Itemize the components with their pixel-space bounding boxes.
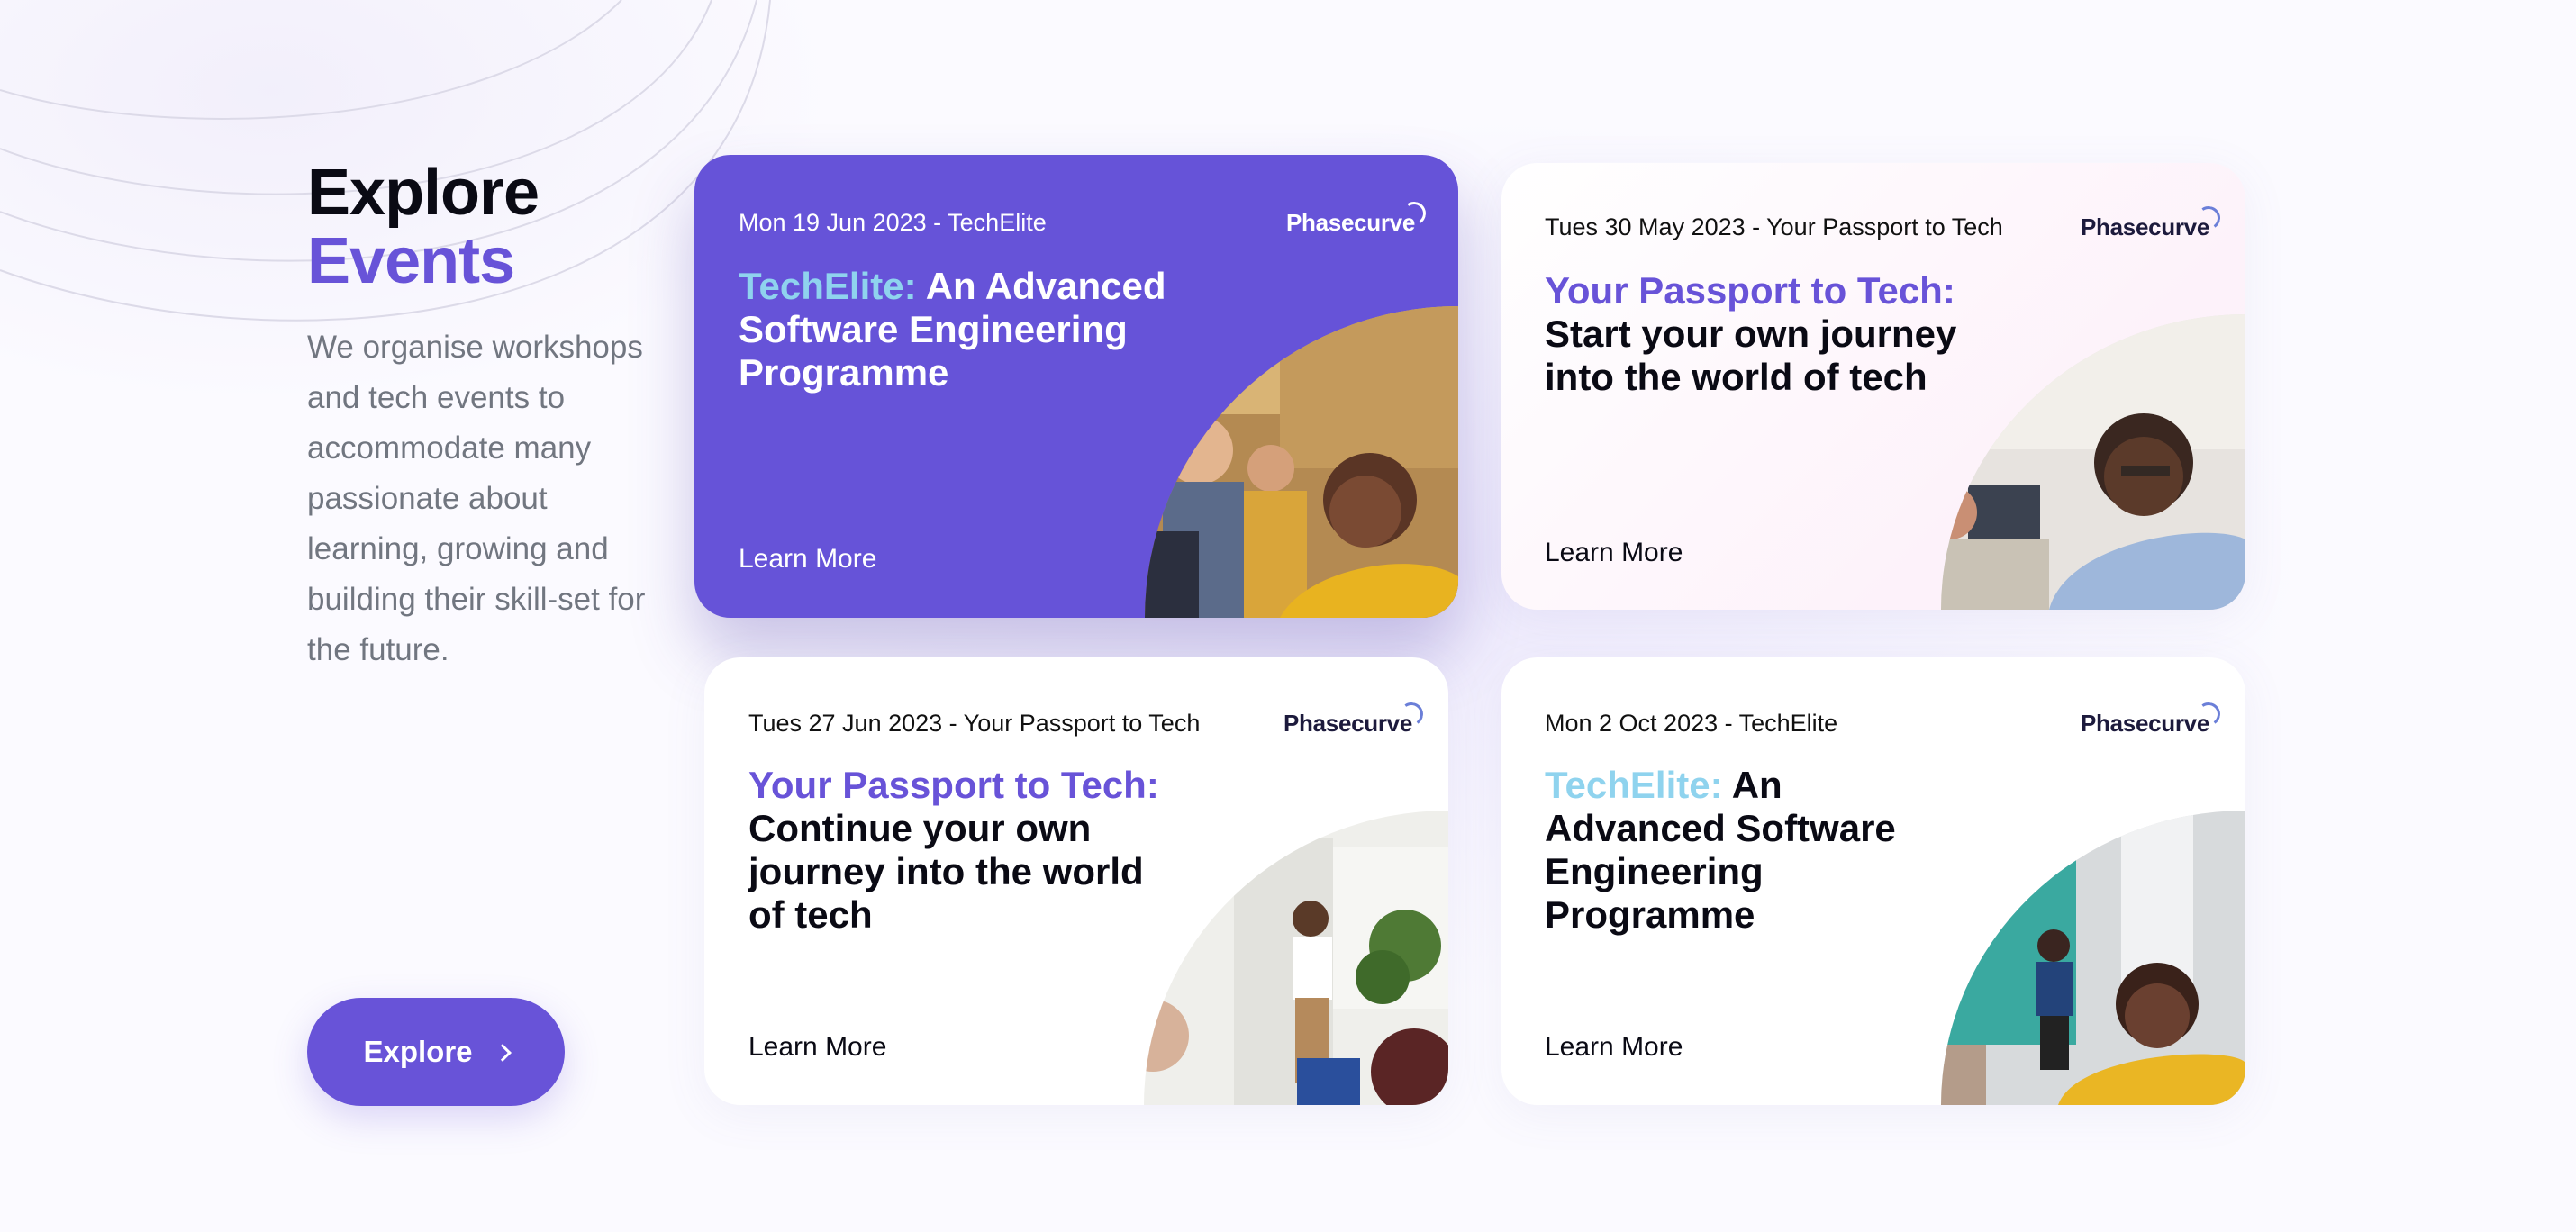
brand-name: Phasecurve	[2081, 710, 2209, 737]
event-card-techelite-oct[interactable]: Mon 2 Oct 2023 - TechElite Phasecurve Te…	[1501, 657, 2245, 1105]
event-title: TechElite: An Advanced Software Engineer…	[1545, 764, 1968, 937]
phasecurve-logo: Phasecurve	[2081, 700, 2223, 738]
phasecurve-logo: Phasecurve	[2081, 204, 2223, 241]
chevron-right-icon	[493, 1044, 512, 1062]
brand-name: Phasecurve	[1283, 710, 1412, 737]
event-title: Your Passport to Tech: Continue your own …	[748, 764, 1172, 937]
event-title: TechElite: An Advanced Software Engineer…	[739, 265, 1207, 394]
title-highlight: TechElite:	[1545, 764, 1723, 806]
title-highlight: Your Passport to Tech:	[748, 764, 1159, 806]
title-rest: Start your own journey into the world of…	[1545, 313, 1957, 398]
explore-button-label: Explore	[363, 1035, 473, 1068]
event-card-passport-jun[interactable]: Tues 27 Jun 2023 - Your Passport to Tech…	[704, 657, 1448, 1105]
title-highlight: TechElite:	[739, 265, 917, 307]
brand-name: Phasecurve	[1286, 209, 1415, 236]
event-date: Mon 2 Oct 2023 - TechElite	[1545, 710, 1838, 737]
event-date: Tues 27 Jun 2023 - Your Passport to Tech	[748, 710, 1201, 737]
title-highlight: Your Passport to Tech:	[1545, 269, 1955, 312]
phasecurve-logo: Phasecurve	[1283, 700, 1426, 738]
page-title: Explore Events	[307, 159, 667, 295]
learn-more-link[interactable]: Learn More	[739, 544, 876, 575]
event-date: Mon 19 Jun 2023 - TechElite	[739, 209, 1047, 236]
title-line-explore: Explore	[307, 157, 540, 229]
explore-button[interactable]: Explore	[307, 998, 565, 1106]
phasecurve-logo: Phasecurve	[1286, 199, 1429, 237]
intro-description: We organise workshops and tech events to…	[307, 330, 646, 667]
learn-more-link[interactable]: Learn More	[748, 1032, 886, 1063]
event-photo	[1941, 811, 2245, 1105]
brand-name: Phasecurve	[2081, 213, 2209, 240]
event-card-passport-may[interactable]: Tues 30 May 2023 - Your Passport to Tech…	[1501, 163, 2245, 610]
event-card-techelite-jun[interactable]: Mon 19 Jun 2023 - TechElite Phasecurve T…	[694, 155, 1458, 618]
event-photo	[1941, 314, 2245, 610]
title-line-events: Events	[307, 225, 515, 297]
title-rest: Continue your own journey into the world…	[748, 807, 1144, 936]
event-title: Your Passport to Tech: Start your own jou…	[1545, 269, 1968, 399]
learn-more-link[interactable]: Learn More	[1545, 538, 1683, 568]
learn-more-link[interactable]: Learn More	[1545, 1032, 1683, 1063]
intro-section: Explore Events We organise workshops and…	[307, 159, 667, 675]
event-date: Tues 30 May 2023 - Your Passport to Tech	[1545, 213, 2003, 240]
event-photo	[1144, 811, 1448, 1105]
